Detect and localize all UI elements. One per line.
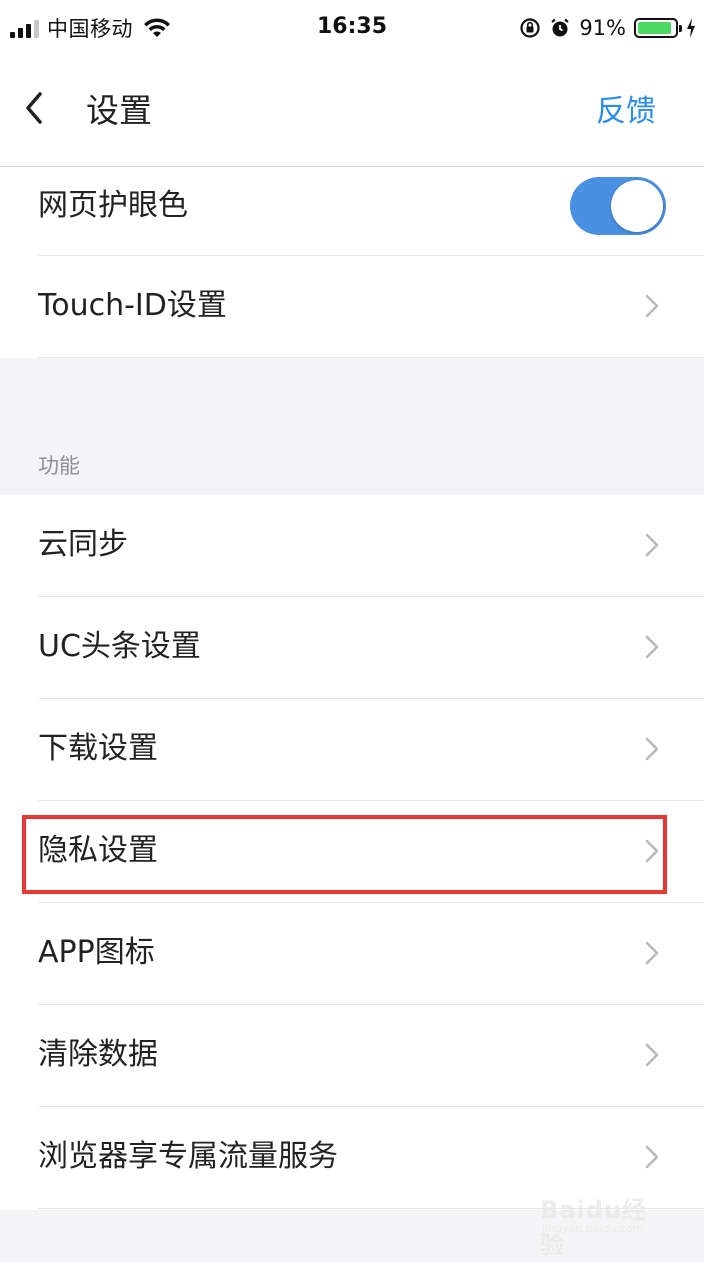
- chevron-left-icon: [26, 92, 42, 124]
- row-label: 清除数据: [38, 1037, 158, 1072]
- eye-protection-toggle[interactable]: [570, 177, 666, 235]
- row-label: APP图标: [38, 935, 155, 970]
- section-header: 功能: [0, 358, 704, 495]
- chevron-right-icon: [645, 533, 659, 557]
- row-label: Touch-ID设置: [38, 288, 227, 323]
- settings-row-privacy[interactable]: 隐私设置: [0, 801, 704, 903]
- settings-row-uc-headlines[interactable]: UC头条设置: [0, 597, 704, 699]
- row-label: UC头条设置: [38, 629, 201, 664]
- orientation-lock-icon: [520, 18, 540, 38]
- battery-icon: [634, 18, 682, 38]
- row-label: 网页护眼色: [38, 188, 188, 223]
- chevron-right-icon: [645, 635, 659, 659]
- feedback-button[interactable]: 反馈: [596, 86, 656, 130]
- settings-row-touch-id[interactable]: Touch-ID设置: [0, 256, 704, 358]
- chevron-right-icon: [645, 737, 659, 761]
- status-right: 91%: [519, 14, 696, 42]
- row-label: 浏览器享专属流量服务: [38, 1139, 338, 1174]
- status-bar: 中国移动 16:35 91%: [0, 0, 704, 56]
- section-title: 功能: [38, 454, 80, 478]
- alarm-icon: [551, 18, 570, 37]
- row-label: 云同步: [38, 527, 128, 562]
- settings-row-eye-protection: 网页护眼色: [0, 167, 704, 256]
- back-button[interactable]: [20, 86, 60, 130]
- chevron-right-icon: [645, 294, 659, 318]
- battery-fill: [638, 22, 671, 34]
- settings-row-app-icon[interactable]: APP图标: [0, 903, 704, 1005]
- battery-percent: 91%: [579, 16, 626, 40]
- nav-bar: 设置 反馈: [0, 56, 704, 167]
- toggle-knob: [611, 180, 663, 232]
- charging-icon: [687, 18, 695, 38]
- chevron-right-icon: [645, 941, 659, 965]
- page-title: 设置: [86, 91, 152, 130]
- watermark: Baidu经验 jingyan.baidu.com: [540, 1190, 670, 1259]
- row-label: 隐私设置: [38, 833, 158, 868]
- settings-row-clear-data[interactable]: 清除数据: [0, 1005, 704, 1107]
- settings-row-download[interactable]: 下载设置: [0, 699, 704, 801]
- chevron-right-icon: [645, 839, 659, 863]
- watermark-url: jingyan.baidu.com: [542, 1222, 644, 1235]
- chevron-right-icon: [645, 1043, 659, 1067]
- settings-row-cloud-sync[interactable]: 云同步: [0, 495, 704, 597]
- chevron-right-icon: [645, 1145, 659, 1169]
- row-label: 下载设置: [38, 731, 158, 766]
